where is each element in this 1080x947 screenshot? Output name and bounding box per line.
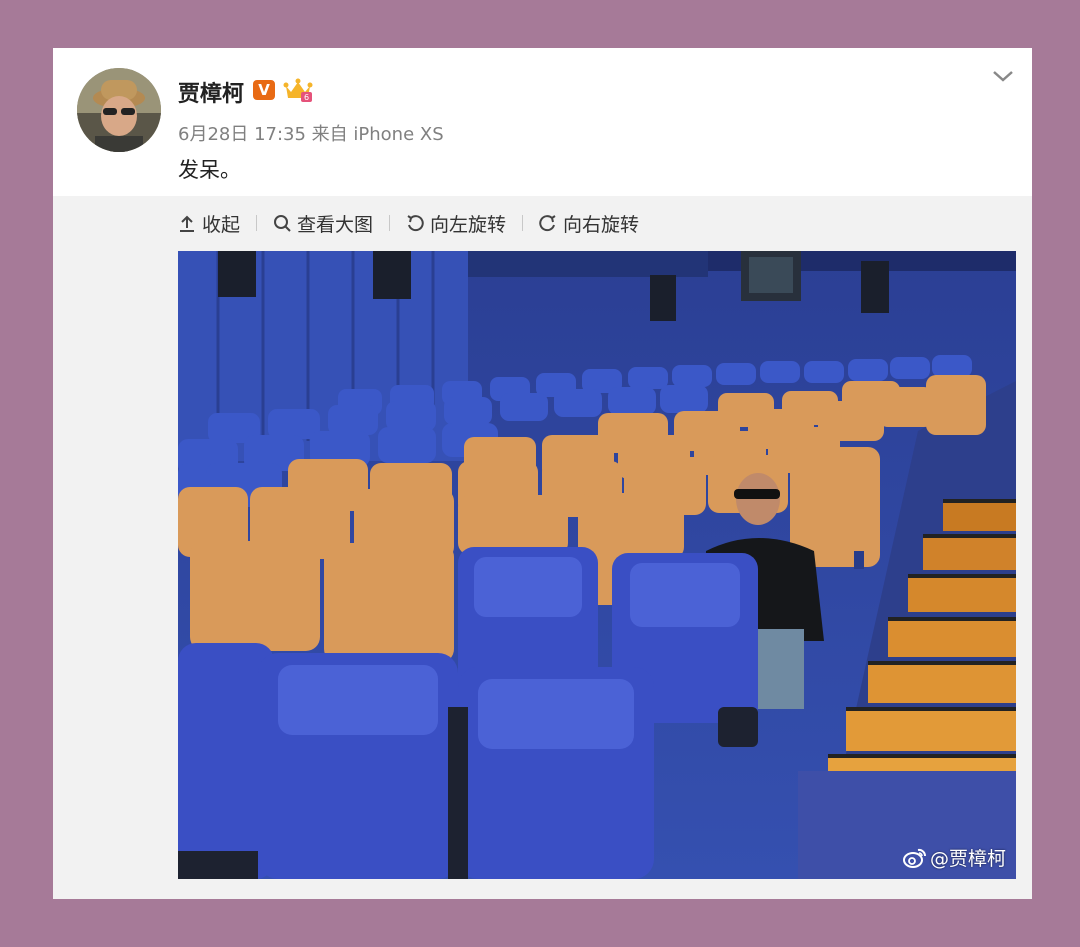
magnifier-icon [274,215,291,232]
verified-badge-icon: V [253,80,275,100]
divider [522,215,524,231]
rotate-left-icon [407,215,424,232]
rotate-right-button[interactable]: 向右旋转 [539,210,639,237]
rotate-right-label: 向右旋转 [563,213,640,236]
avatar[interactable] [77,68,161,152]
post-photo[interactable]: @贾樟柯 [178,251,1016,879]
rotate-right-icon [539,215,556,232]
divider [256,215,258,231]
cinema-photo [178,251,1016,879]
weibo-logo-icon [902,848,926,868]
rotate-left-button[interactable]: 向左旋转 [406,210,506,237]
collapse-label: 收起 [202,213,241,236]
view-large-button[interactable]: 查看大图 [273,210,373,237]
view-large-label: 查看大图 [297,213,374,236]
avatar-photo [77,68,161,152]
rotate-left-label: 向左旋转 [430,213,507,236]
watermark-text: @贾樟柯 [929,848,1006,870]
username[interactable]: 贾樟柯 [178,76,244,108]
post-text: 发呆。 [178,158,241,182]
arrow-up-icon [180,215,194,232]
image-toolbar: 收起 查看大图 向左旋转 向右旋转 [178,210,639,236]
divider [389,215,391,231]
crown-icon: 6 [283,78,313,102]
weibo-post-card: 贾樟柯 V 6 6月28日 17:35 来自 iPhone XS 发呆。 收起 [53,48,1032,899]
collapse-button[interactable]: 收起 [178,210,240,237]
svg-text:6: 6 [304,93,309,102]
post-meta: 6月28日 17:35 来自 iPhone XS [178,124,444,145]
chevron-down-icon[interactable] [990,66,1016,86]
photo-watermark: @贾樟柯 [902,844,1006,871]
